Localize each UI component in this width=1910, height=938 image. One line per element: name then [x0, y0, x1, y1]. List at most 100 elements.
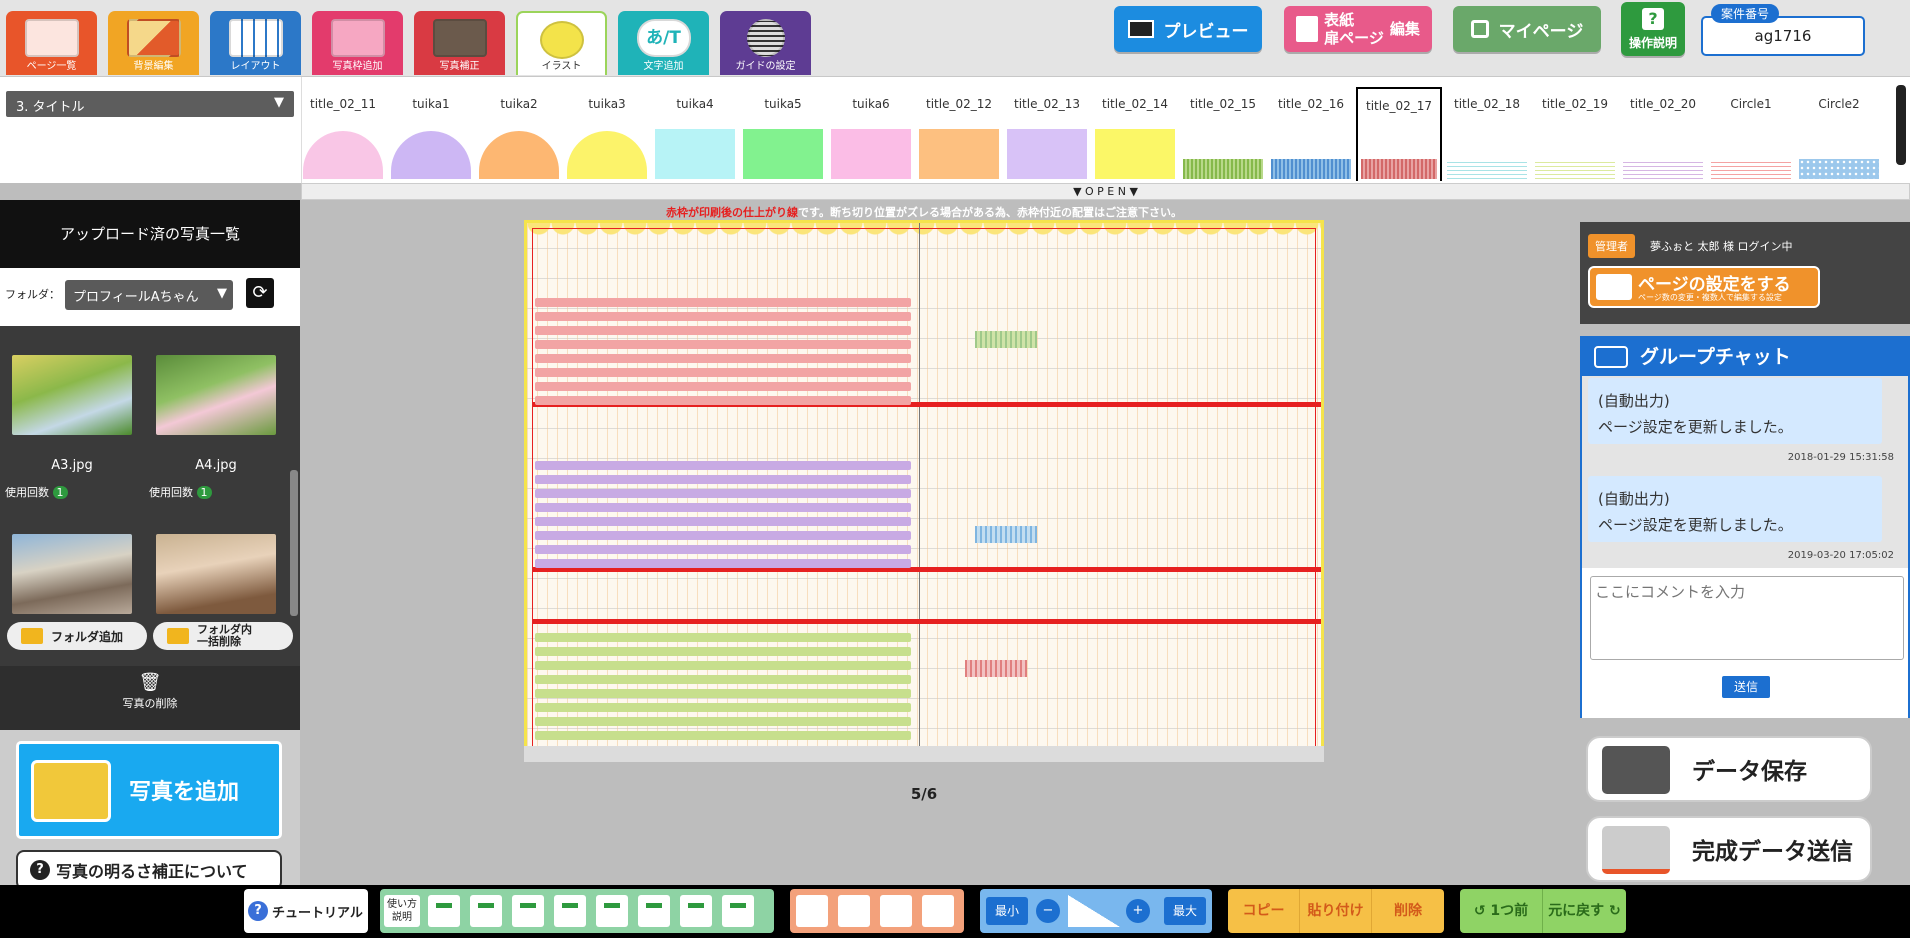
illustration-thumb[interactable]: title_02_20 — [1620, 87, 1706, 181]
distribute-v-icon[interactable] — [722, 895, 754, 927]
stripe-illustration[interactable] — [535, 298, 911, 307]
illustration-thumb[interactable]: title_02_11 — [300, 87, 386, 181]
zoom-min-button[interactable]: 最小 — [986, 897, 1028, 925]
refresh-icon[interactable]: ⟳ — [246, 278, 274, 308]
illustration-thumb[interactable]: title_02_15 — [1180, 87, 1266, 181]
stripe-illustration[interactable] — [535, 689, 911, 698]
tab-photo-frame[interactable]: 写真枠追加 — [312, 11, 403, 75]
photo-thumb-4[interactable] — [156, 534, 276, 614]
photo-thumb-a3[interactable] — [12, 355, 132, 435]
stripe-illustration[interactable] — [535, 703, 911, 712]
stripe-illustration[interactable] — [535, 312, 911, 321]
illustration-thumb[interactable]: title_02_18 — [1444, 87, 1530, 181]
stripe-illustration[interactable] — [535, 489, 911, 498]
illustration-thumb[interactable]: tuika2 — [476, 87, 562, 181]
align-middle-v-icon[interactable] — [596, 895, 628, 927]
align-right-icon[interactable] — [512, 895, 544, 927]
stripe-illustration[interactable] — [535, 517, 911, 526]
stripe-illustration[interactable] — [535, 503, 911, 512]
illustration-thumb[interactable]: title_02_17 — [1356, 87, 1442, 181]
stripe-illustration[interactable] — [535, 559, 911, 568]
brightness-help-button[interactable]: ? 写真の明るさ補正について — [16, 850, 282, 890]
photo-list-scrollbar[interactable] — [290, 470, 298, 616]
stripe-illustration[interactable] — [535, 531, 911, 540]
stripe-illustration[interactable] — [535, 717, 911, 726]
stripe-illustration[interactable] — [535, 647, 911, 656]
cover-edit-button[interactable]: 表紙 扉ページ 編集 — [1284, 6, 1432, 52]
tab-photo-fix[interactable]: 写真補正 — [414, 11, 505, 75]
illustration-thumb[interactable]: tuika4 — [652, 87, 738, 181]
bring-forward-icon[interactable] — [838, 895, 870, 927]
tab-layout[interactable]: レイアウト — [210, 11, 301, 75]
send-button[interactable]: 送信 — [1722, 676, 1770, 698]
add-photo-button[interactable]: 写真を追加 — [16, 741, 282, 839]
save-data-button[interactable]: データ保存 — [1586, 736, 1872, 802]
illustration-thumb[interactable]: tuika3 — [564, 87, 650, 181]
tab-text-add[interactable]: あ/T 文字追加 — [618, 11, 709, 75]
zoom-in-icon[interactable]: + — [1126, 899, 1150, 923]
illustration-thumb[interactable]: tuika5 — [740, 87, 826, 181]
send-back-icon[interactable] — [922, 895, 954, 927]
stripe-illustration[interactable] — [535, 661, 911, 670]
undo-button[interactable]: ↺ 1つ前 — [1460, 889, 1543, 933]
illustration-thumb[interactable]: title_02_16 — [1268, 87, 1354, 181]
sticker-blue[interactable] — [975, 526, 1037, 543]
stripe-illustration[interactable] — [535, 461, 911, 470]
tab-illustration[interactable]: イラスト — [516, 11, 607, 75]
stripe-illustration[interactable] — [535, 326, 911, 335]
illustration-thumb[interactable]: title_02_19 — [1532, 87, 1618, 181]
photo-delete-button[interactable]: 🗑 写真の削除 — [0, 666, 300, 730]
redo-button[interactable]: 元に戻す ↻ — [1543, 889, 1626, 933]
illustration-thumb[interactable]: Circle2 — [1796, 87, 1882, 181]
preview-button[interactable]: プレビュー — [1114, 6, 1262, 52]
canvas-scrollbar[interactable] — [524, 746, 1324, 762]
delete-button[interactable]: 削除 — [1372, 889, 1444, 933]
paste-button[interactable]: 貼り付け — [1300, 889, 1372, 933]
sticker-green[interactable] — [975, 331, 1037, 348]
stripe-illustration[interactable] — [535, 675, 911, 684]
zoom-max-button[interactable]: 最大 — [1164, 897, 1206, 925]
send-backward-icon[interactable] — [880, 895, 912, 927]
stripe-illustration[interactable] — [535, 354, 911, 363]
strip-scrollbar[interactable] — [1896, 85, 1906, 165]
illustration-thumb[interactable]: title_02_12 — [916, 87, 1002, 181]
stripe-illustration[interactable] — [535, 545, 911, 554]
stripe-illustration[interactable] — [535, 340, 911, 349]
zoom-level-indicator[interactable] — [1068, 895, 1120, 927]
stripe-illustration[interactable] — [535, 633, 911, 642]
bring-front-icon[interactable] — [796, 895, 828, 927]
illustration-thumb[interactable]: title_02_13 — [1004, 87, 1090, 181]
tab-background[interactable]: 背景編集 — [108, 11, 199, 75]
page-canvas[interactable] — [524, 220, 1324, 762]
send-final-data-button[interactable]: 完成データ送信 — [1586, 816, 1872, 882]
photo-thumb-a4[interactable] — [156, 355, 276, 435]
distribute-h-icon[interactable] — [680, 895, 712, 927]
illustration-thumb[interactable]: title_02_14 — [1092, 87, 1178, 181]
tab-guide[interactable]: ガイドの設定 — [720, 11, 811, 75]
align-bottom-icon[interactable] — [638, 895, 670, 927]
mypage-button[interactable]: マイページ — [1453, 6, 1601, 52]
delete-in-folder-button[interactable]: フォルダ内 一括削除 — [153, 622, 293, 650]
stripe-illustration[interactable] — [535, 731, 911, 740]
copy-button[interactable]: コピー — [1228, 889, 1300, 933]
category-select[interactable]: 3. タイトル ▼ — [6, 91, 294, 117]
stripe-illustration[interactable] — [535, 368, 911, 377]
stripe-illustration[interactable] — [535, 396, 911, 405]
align-left-icon[interactable] — [428, 895, 460, 927]
page-settings-button[interactable]: ページの設定をする ページ数の変更・複数人で編集する設定 — [1588, 266, 1820, 308]
illustration-thumb[interactable]: tuika1 — [388, 87, 474, 181]
tutorial-button[interactable]: ? チュートリアル — [244, 889, 368, 933]
photo-thumb-3[interactable] — [12, 534, 132, 614]
help-button[interactable]: ? 操作説明 — [1621, 2, 1685, 56]
illustration-thumb[interactable]: Circle1 — [1708, 87, 1794, 181]
red-separator[interactable] — [533, 619, 1321, 624]
stripe-illustration[interactable] — [535, 382, 911, 391]
stripe-illustration[interactable] — [535, 475, 911, 484]
open-toggle[interactable]: ▼ O P E N ▼ — [301, 183, 1910, 200]
zoom-out-icon[interactable]: − — [1036, 899, 1060, 923]
tab-page-list[interactable]: ページ一覧 — [6, 11, 97, 75]
align-top-icon[interactable] — [554, 895, 586, 927]
align-center-h-icon[interactable] — [470, 895, 502, 927]
folder-select[interactable]: プロフィールAちゃん ▼ — [65, 280, 233, 310]
howto-button[interactable]: 使い方説明 — [384, 895, 420, 927]
